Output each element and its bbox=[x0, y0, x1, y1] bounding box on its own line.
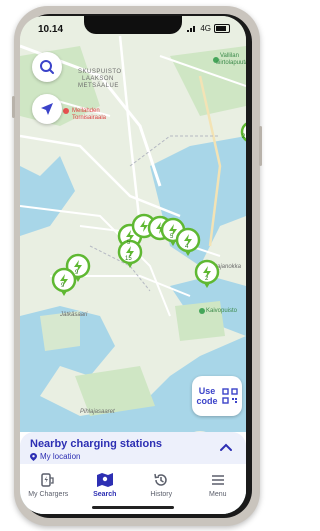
use-code-line2: code bbox=[196, 396, 218, 406]
charger-icon bbox=[41, 473, 54, 487]
bottom-sheet: Nearby charging stations My location My … bbox=[20, 432, 246, 514]
search-button[interactable] bbox=[32, 52, 62, 82]
notch bbox=[84, 16, 182, 34]
locate-button[interactable] bbox=[32, 94, 62, 124]
location-arrow-icon bbox=[41, 103, 53, 115]
marker-count: 2 bbox=[205, 276, 209, 282]
home-indicator bbox=[92, 506, 174, 509]
tab-menu[interactable]: Menu bbox=[190, 466, 247, 514]
network-label: 4G bbox=[200, 24, 211, 33]
map-icon bbox=[96, 473, 113, 487]
nearby-panel[interactable]: Nearby charging stations My location bbox=[20, 432, 246, 464]
marker-count: 2 bbox=[242, 134, 246, 140]
tab-label: Search bbox=[93, 491, 117, 498]
charger-marker[interactable] bbox=[194, 259, 220, 288]
nearby-subtitle: My location bbox=[30, 452, 80, 461]
use-code-label: Use code bbox=[196, 386, 217, 406]
use-code-button[interactable]: Use code bbox=[192, 376, 242, 416]
chevron-up-icon[interactable] bbox=[218, 440, 234, 456]
location-pin-icon bbox=[30, 452, 37, 461]
tab-label: My Chargers bbox=[28, 491, 69, 498]
menu-icon bbox=[211, 475, 224, 485]
battery-icon bbox=[214, 24, 230, 33]
tab-my-chargers[interactable]: My Chargers bbox=[20, 466, 77, 514]
tab-label: History bbox=[150, 491, 173, 498]
status-bar: 10.14 4G bbox=[20, 16, 246, 42]
marker-count: 9 bbox=[61, 283, 65, 289]
use-code-line1: Use bbox=[198, 386, 216, 396]
marker-count: 5 bbox=[127, 240, 131, 246]
marker-count: 4 bbox=[185, 244, 189, 250]
nearby-location-text: My location bbox=[40, 452, 81, 461]
history-icon bbox=[154, 473, 167, 486]
power-button bbox=[259, 126, 262, 166]
qr-code-icon bbox=[221, 388, 238, 404]
app-screen: SKUSPUISTO LAAKSON METSÄALUE Meilahden T… bbox=[20, 16, 246, 514]
marker-count: 5 bbox=[170, 234, 174, 240]
nearby-title: Nearby charging stations bbox=[30, 438, 163, 450]
search-icon bbox=[40, 60, 54, 74]
charger-marker[interactable] bbox=[175, 227, 201, 256]
status-time: 10.14 bbox=[38, 24, 64, 35]
system-icons: 4G bbox=[187, 24, 230, 33]
marker-count: 15 bbox=[125, 256, 132, 262]
marker-count: 9 bbox=[75, 270, 79, 276]
signal-icon bbox=[187, 26, 196, 32]
side-button bbox=[12, 96, 15, 118]
tab-label: Menu bbox=[208, 491, 227, 498]
